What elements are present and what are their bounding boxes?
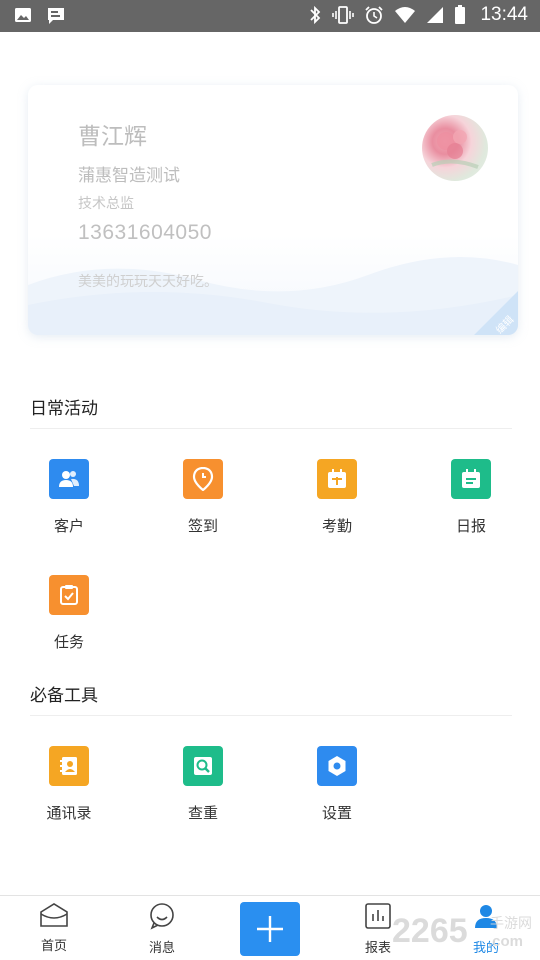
profile-motto: 美美的玩玩天天好吃。: [78, 274, 218, 290]
profile-card[interactable]: 曹江辉 蒲惠智造测试 技术总监 13631604050 美美的玩玩天天好吃。 编…: [28, 85, 518, 335]
customer-icon: [49, 459, 89, 499]
divider: [30, 715, 512, 716]
grid-item-task[interactable]: 任务: [29, 575, 109, 652]
calendar-icon: [317, 459, 357, 499]
duplicate-check-icon: [183, 746, 223, 786]
plus-icon: [257, 916, 283, 942]
nav-label: 消息: [148, 941, 175, 956]
profile-job-title: 技术总监: [78, 196, 134, 212]
nav-label: 我的: [472, 941, 499, 956]
edit-ribbon-button[interactable]: 编辑: [474, 291, 518, 335]
nav-label: 报表: [364, 941, 391, 956]
grid-item-daily-report[interactable]: 日报: [431, 459, 511, 536]
grid-item-attendance[interactable]: 考勤: [297, 459, 377, 536]
bar-chart-icon: [365, 903, 391, 929]
grid-item-customer[interactable]: 客户: [29, 459, 109, 536]
grid-item-label: 客户: [53, 517, 84, 535]
nav-messages[interactable]: 消息: [127, 902, 197, 956]
grid-item-label: 设置: [321, 804, 352, 822]
status-time: 13:44: [480, 4, 528, 25]
bottom-nav: 首页 消息 报表 我的: [0, 895, 540, 960]
profile-company: 蒲惠智造测试: [78, 166, 180, 186]
nav-reports[interactable]: 报表: [343, 902, 413, 956]
nav-home[interactable]: 首页: [19, 902, 89, 954]
avatar[interactable]: [422, 115, 488, 181]
location-pin-icon: [183, 459, 223, 499]
nav-label: 首页: [40, 939, 67, 954]
grid-item-label: 考勤: [321, 517, 352, 535]
settings-icon: [317, 746, 357, 786]
section-title-tools: 必备工具: [30, 686, 98, 706]
grid-item-label: 任务: [53, 633, 84, 651]
grid-item-settings[interactable]: 设置: [297, 746, 377, 823]
nav-mine[interactable]: 我的: [451, 902, 521, 956]
grid-item-label: 查重: [187, 804, 218, 822]
signal-icon: [426, 6, 444, 24]
vibrate-icon: [332, 5, 355, 25]
grid-item-label: 日报: [455, 517, 486, 535]
status-bar: 13:44: [0, 0, 540, 32]
home-icon: [40, 903, 68, 927]
bluetooth-icon: [308, 5, 322, 25]
battery-icon: [454, 5, 466, 25]
image-notification-icon: [14, 6, 32, 26]
report-icon: [451, 459, 491, 499]
task-icon: [49, 575, 89, 615]
add-button[interactable]: [240, 902, 300, 956]
message-notification-icon: [46, 6, 66, 26]
profile-phone: 13631604050: [78, 221, 212, 244]
section-title-daily: 日常活动: [30, 399, 98, 419]
chat-icon: [150, 903, 174, 930]
profile-name: 曹江辉: [78, 124, 147, 150]
wifi-icon: [394, 6, 416, 24]
grid-item-label: 签到: [187, 517, 218, 535]
divider: [30, 428, 512, 429]
grid-item-label: 通讯录: [46, 804, 92, 822]
contacts-icon: [49, 746, 89, 786]
alarm-icon: [364, 5, 384, 25]
user-icon: [475, 905, 497, 928]
grid-item-contacts[interactable]: 通讯录: [29, 746, 109, 823]
flower-photo-icon: [431, 130, 479, 169]
grid-item-checkin[interactable]: 签到: [163, 459, 243, 536]
grid-item-duplicate-check[interactable]: 查重: [163, 746, 243, 823]
